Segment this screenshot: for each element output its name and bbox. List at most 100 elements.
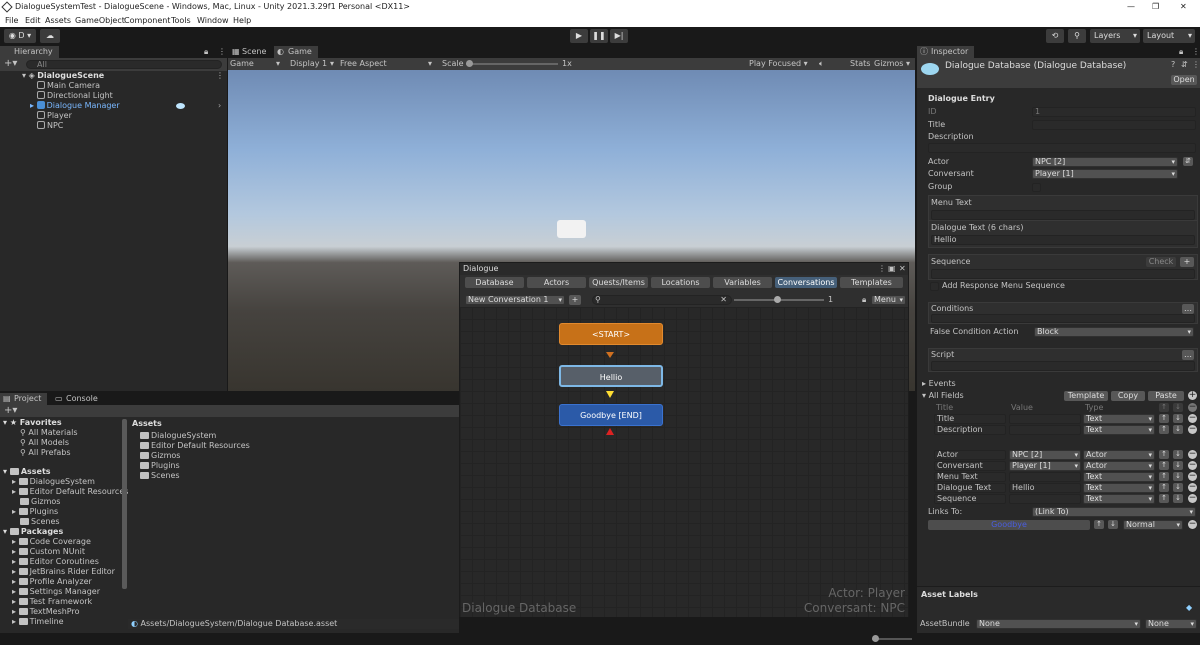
- hello-node[interactable]: Hellio: [559, 365, 663, 387]
- mute-audio-icon[interactable]: 🔈︎: [819, 58, 824, 70]
- actor-dropdown[interactable]: NPC [2]: [1032, 157, 1178, 167]
- grid-folder-item[interactable]: Gizmos: [140, 451, 180, 461]
- package-item[interactable]: ▸ Code Coverage: [12, 537, 91, 547]
- add-field-icon[interactable]: +: [1188, 391, 1197, 400]
- kebab-icon[interactable]: ⋮: [878, 263, 886, 275]
- move-down-icon[interactable]: ↓: [1173, 472, 1183, 481]
- move-down-icon[interactable]: ↓: [1173, 450, 1183, 459]
- lock-icon[interactable]: 🔒︎: [204, 47, 208, 57]
- link-target-button[interactable]: Goodbye: [928, 520, 1090, 530]
- asset-folder-item[interactable]: ▸ Plugins: [12, 507, 58, 517]
- link-priority-dropdown[interactable]: Normal: [1123, 520, 1183, 530]
- field-title-input[interactable]: Description: [934, 425, 1006, 435]
- package-item[interactable]: ▸ Editor Coroutines: [12, 557, 99, 567]
- project-tree-scrollbar[interactable]: [122, 419, 127, 589]
- tab-game[interactable]: ◐ Game: [274, 46, 318, 58]
- menu-text-field[interactable]: [931, 210, 1195, 220]
- template-button[interactable]: Template: [1064, 391, 1108, 401]
- conditions-more-button[interactable]: …: [1182, 304, 1194, 314]
- label-icon[interactable]: ◆: [1186, 603, 1192, 612]
- field-type-dropdown[interactable]: Text: [1083, 494, 1155, 504]
- sequence-field[interactable]: [931, 269, 1195, 279]
- tab-console[interactable]: ▭ Console: [52, 393, 104, 405]
- asset-folder-item[interactable]: ▸ DialogueSystem: [12, 477, 95, 487]
- remove-icon[interactable]: −: [1188, 425, 1197, 434]
- field-type-dropdown[interactable]: Text: [1083, 414, 1155, 424]
- package-item[interactable]: ▸ Timeline: [12, 617, 64, 627]
- paste-button[interactable]: Paste: [1148, 391, 1184, 401]
- node-canvas[interactable]: <START> Hellio Goodbye [END] Dialogue Da…: [460, 307, 908, 617]
- remove-icon[interactable]: −: [1188, 414, 1197, 423]
- field-type-dropdown[interactable]: Text: [1083, 472, 1155, 482]
- move-up-icon[interactable]: ↑: [1159, 494, 1169, 503]
- field-title-input[interactable]: Dialogue Text: [934, 483, 1006, 493]
- lock-icon[interactable]: 🔒︎: [862, 294, 866, 306]
- search-button[interactable]: ⚲: [1068, 29, 1086, 43]
- kebab-icon[interactable]: ⋮: [1192, 47, 1200, 56]
- move-up-icon[interactable]: ↑: [1094, 520, 1104, 529]
- field-title-input[interactable]: Actor: [934, 450, 1006, 460]
- field-title-input[interactable]: Conversant: [934, 461, 1006, 471]
- menu-component[interactable]: Component: [124, 14, 170, 27]
- description-field[interactable]: [928, 143, 1196, 153]
- favorites-header[interactable]: ▾ ★ Favorites: [3, 418, 62, 428]
- remove-icon[interactable]: −: [1188, 461, 1197, 470]
- package-item[interactable]: ▸ Settings Manager: [12, 587, 100, 597]
- create-button[interactable]: +▾: [4, 59, 17, 69]
- tab-scene[interactable]: ▦ Scene: [228, 46, 272, 58]
- conversation-search-input[interactable]: ⚲ ✕: [592, 295, 732, 305]
- move-down-icon[interactable]: ↓: [1173, 414, 1183, 423]
- kebab-icon[interactable]: ⋮: [218, 47, 226, 56]
- move-up-icon[interactable]: ↑: [1159, 425, 1169, 434]
- menu-gameobject[interactable]: GameObject: [75, 14, 125, 27]
- field-title-input[interactable]: Title: [934, 414, 1006, 424]
- move-up-icon[interactable]: ↑: [1159, 450, 1169, 459]
- display-dropdown[interactable]: Display 1 ▾: [290, 58, 334, 70]
- hierarchy-item-selected[interactable]: ▸ Dialogue Manager ›: [30, 101, 226, 111]
- move-down-icon[interactable]: ↓: [1173, 483, 1183, 492]
- move-up-icon[interactable]: ↑: [1159, 472, 1169, 481]
- tab-actors[interactable]: Actors: [527, 277, 586, 288]
- asset-folder-item[interactable]: ▸ Editor Default Resources: [12, 487, 128, 497]
- account-button[interactable]: ◉ D ▾: [4, 29, 36, 43]
- script-more-button[interactable]: …: [1182, 350, 1194, 360]
- title-field[interactable]: [1032, 120, 1196, 130]
- menu-file[interactable]: File: [5, 14, 18, 27]
- package-item[interactable]: ▸ Profile Analyzer: [12, 577, 92, 587]
- remove-icon[interactable]: −: [1188, 483, 1197, 492]
- close-icon[interactable]: ✕: [899, 263, 906, 275]
- asset-folder-item[interactable]: Scenes: [20, 517, 60, 527]
- tab-locations[interactable]: Locations: [651, 277, 710, 288]
- field-value-input[interactable]: [1009, 494, 1081, 504]
- grid-folder-item[interactable]: DialogueSystem: [140, 431, 216, 441]
- tab-quests[interactable]: Quests/Items: [589, 277, 648, 288]
- play-focused-dropdown[interactable]: Play Focused ▾: [749, 58, 808, 70]
- field-value-input[interactable]: Hellio: [1009, 483, 1081, 493]
- move-up-icon[interactable]: ↑: [1159, 414, 1169, 423]
- hierarchy-item[interactable]: Main Camera: [37, 81, 100, 91]
- dialogue-text-field[interactable]: Hellio: [931, 235, 1195, 245]
- field-title-input[interactable]: Sequence: [934, 494, 1006, 504]
- icon-size-slider[interactable]: [872, 635, 912, 642]
- settings-icon[interactable]: ⇵: [1181, 60, 1188, 69]
- package-item[interactable]: ▸ Test Framework: [12, 597, 92, 607]
- menu-assets[interactable]: Assets: [45, 14, 71, 27]
- stats-button[interactable]: Stats: [850, 58, 870, 70]
- packages-header[interactable]: ▾ Packages: [3, 527, 63, 537]
- move-up-icon[interactable]: ↑: [1159, 461, 1169, 470]
- asset-bundle-variant-dropdown[interactable]: None: [1145, 619, 1197, 629]
- close-icon[interactable]: ✕: [1180, 0, 1187, 14]
- favorite-item[interactable]: ⚲ All Prefabs: [20, 448, 71, 458]
- play-button[interactable]: ▶: [570, 29, 588, 43]
- hierarchy-item[interactable]: Player: [37, 111, 72, 121]
- remove-icon[interactable]: −: [1188, 472, 1197, 481]
- move-down-icon[interactable]: ↓: [1108, 520, 1118, 529]
- remove-link-icon[interactable]: −: [1188, 520, 1197, 529]
- field-value-input[interactable]: [1009, 472, 1081, 482]
- check-button[interactable]: Check: [1146, 257, 1176, 267]
- goodbye-node[interactable]: Goodbye [END]: [559, 404, 663, 426]
- asset-folder-item[interactable]: Gizmos: [20, 497, 60, 507]
- field-title-input[interactable]: Menu Text: [934, 472, 1006, 482]
- layers-dropdown[interactable]: Layers ▾: [1090, 29, 1140, 43]
- sequence-add-button[interactable]: +: [1180, 257, 1194, 267]
